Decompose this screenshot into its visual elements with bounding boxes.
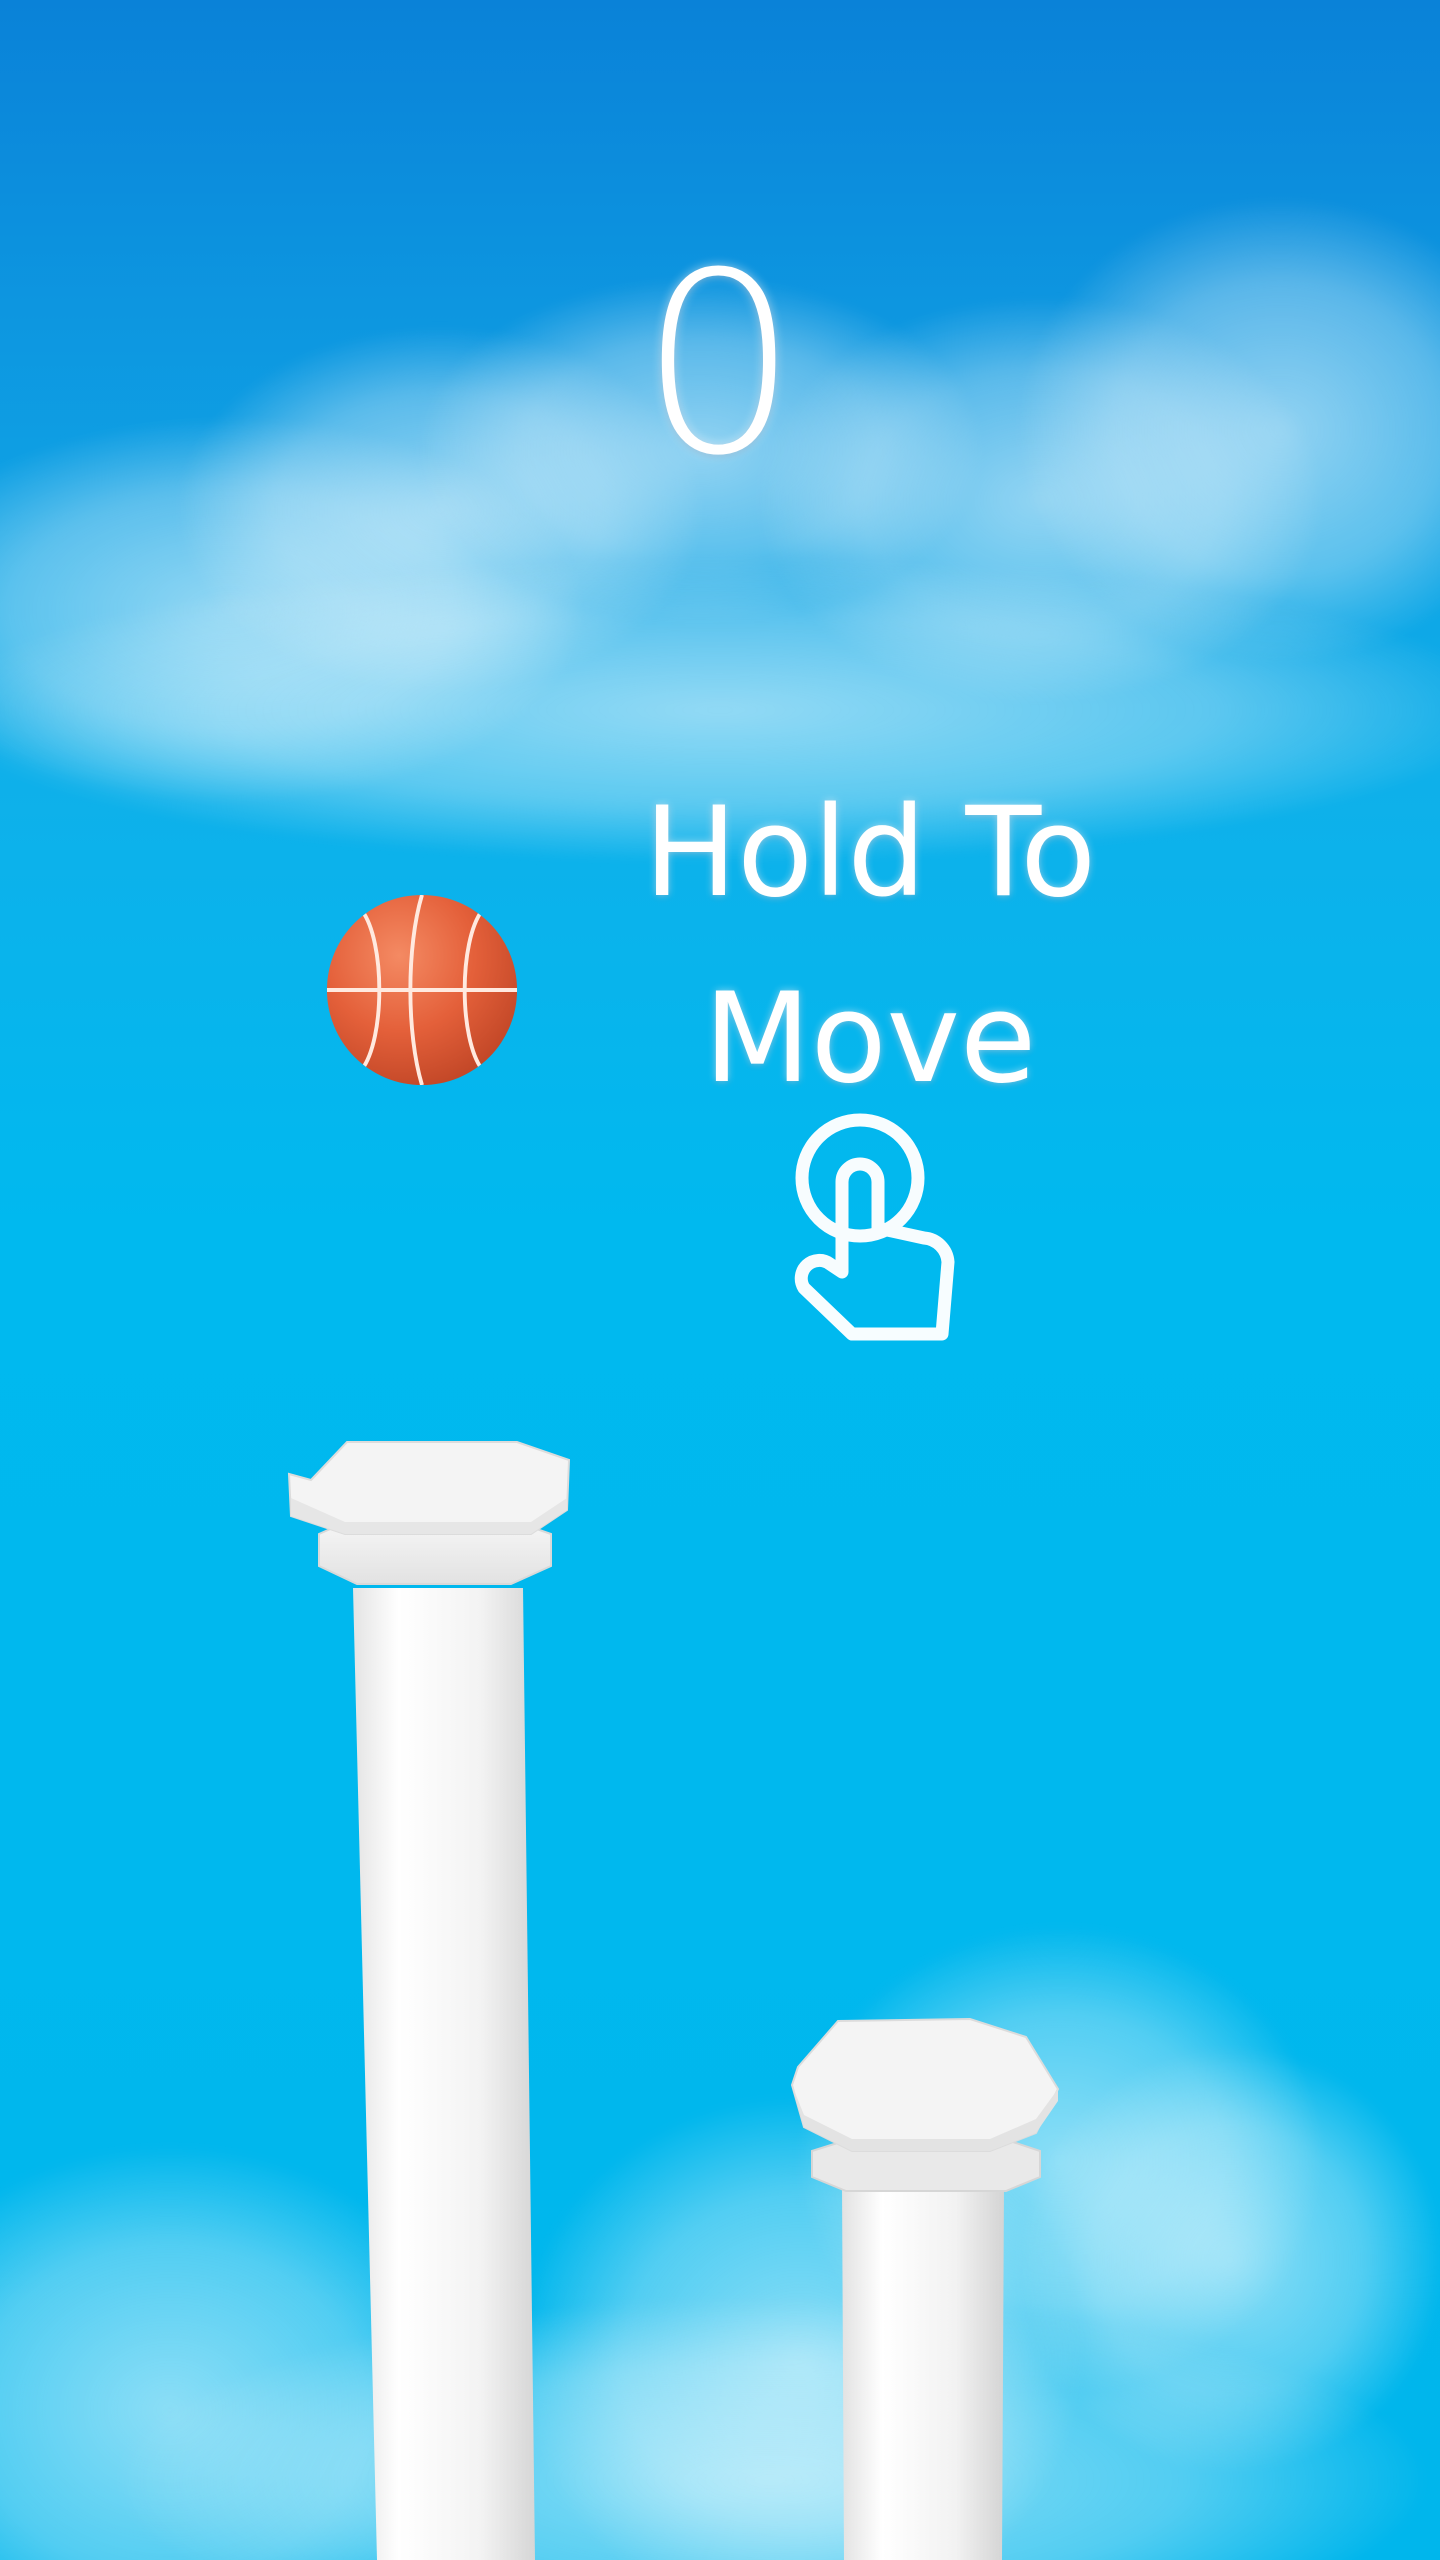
hint-line-2: Move <box>703 967 1037 1111</box>
game-scene[interactable]: 0 Hold To Move <box>0 0 1440 2560</box>
basketball[interactable] <box>325 893 519 1087</box>
pillar-right <box>790 2017 1060 2560</box>
hint-line-1: Hold To <box>643 781 1097 925</box>
tap-hand-icon <box>794 1113 955 1341</box>
score-counter: 0 <box>639 219 801 510</box>
hold-to-move-hint: Hold To Move <box>600 760 1140 1132</box>
pillar-left <box>287 1441 571 2560</box>
